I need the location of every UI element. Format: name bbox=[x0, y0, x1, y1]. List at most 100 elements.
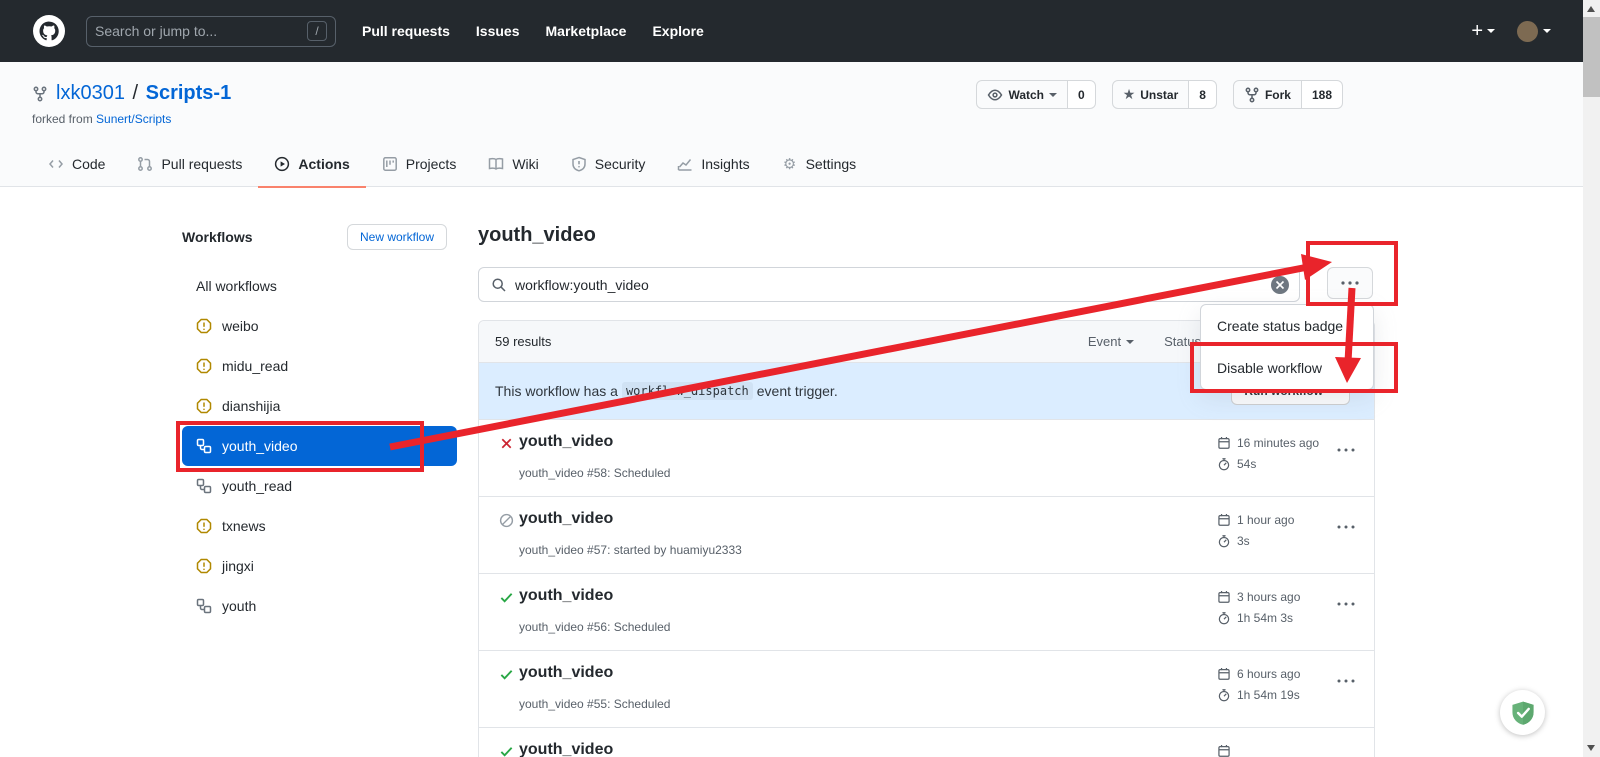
scroll-up-arrow[interactable] bbox=[1587, 6, 1595, 12]
run-options-button[interactable] bbox=[1337, 679, 1355, 683]
alert-octagon-icon bbox=[196, 558, 212, 574]
run-row: youth_video youth_video #56: Scheduled 3… bbox=[479, 574, 1374, 651]
global-search[interactable]: / bbox=[86, 16, 336, 47]
tab-settings[interactable]: ⚙ Settings bbox=[766, 144, 873, 188]
alert-octagon-icon bbox=[196, 318, 212, 334]
watch-button[interactable]: Watch bbox=[976, 80, 1068, 109]
tab-actions[interactable]: Actions bbox=[258, 144, 365, 188]
kebab-icon bbox=[1337, 448, 1355, 452]
workflow-runs-panel: youth_video 59 results Event bbox=[478, 224, 1375, 247]
sidebar-item-youth[interactable]: youth bbox=[182, 586, 457, 626]
eye-icon bbox=[987, 87, 1003, 103]
forked-from: forked from Sunert/Scripts bbox=[32, 112, 171, 126]
run-title-link[interactable]: youth_video bbox=[519, 510, 613, 528]
run-row: youth_video youth_video #58: Scheduled 1… bbox=[479, 420, 1374, 497]
tab-code[interactable]: Code bbox=[32, 144, 121, 188]
gear-icon: ⚙ bbox=[782, 156, 798, 172]
workflow-run-search[interactable] bbox=[478, 267, 1300, 302]
watch-count[interactable]: 0 bbox=[1068, 80, 1096, 109]
run-time: 1 hour ago bbox=[1237, 513, 1294, 527]
run-time: 16 minutes ago bbox=[1237, 436, 1319, 450]
run-title-link[interactable]: youth_video bbox=[519, 433, 613, 451]
repo-owner-link[interactable]: lxk0301 bbox=[56, 82, 125, 104]
page-title: youth_video bbox=[478, 224, 1375, 247]
top-navbar: / Pull requests Issues Marketplace Explo… bbox=[0, 0, 1583, 62]
tab-projects[interactable]: Projects bbox=[366, 144, 473, 188]
tab-security[interactable]: Security bbox=[555, 144, 662, 188]
forked-repo-link[interactable]: Sunert/Scripts bbox=[96, 112, 171, 126]
success-check-icon bbox=[499, 744, 514, 757]
sidebar-item-dianshijia[interactable]: dianshijia bbox=[182, 386, 457, 426]
star-button-group: ★ Unstar 8 bbox=[1112, 80, 1217, 109]
adguard-extension-badge[interactable] bbox=[1500, 690, 1545, 735]
run-time: 3 hours ago bbox=[1237, 590, 1300, 604]
sidebar-item-txnews[interactable]: txnews bbox=[182, 506, 457, 546]
workflow-icon bbox=[196, 598, 212, 614]
event-filter-dropdown[interactable]: Event bbox=[1088, 334, 1134, 349]
tab-insights[interactable]: Insights bbox=[661, 144, 765, 188]
kebab-icon bbox=[1341, 281, 1359, 285]
avatar bbox=[1517, 21, 1538, 42]
run-time: 6 hours ago bbox=[1237, 667, 1300, 681]
kebab-icon bbox=[1337, 525, 1355, 529]
skipped-icon bbox=[499, 513, 514, 528]
nav-link-marketplace[interactable]: Marketplace bbox=[546, 23, 627, 39]
menu-item-create-status-badge[interactable]: Create status badge bbox=[1201, 305, 1373, 347]
repo-forked-icon bbox=[1244, 87, 1260, 103]
failed-x-icon bbox=[499, 436, 514, 451]
clear-search-button[interactable] bbox=[1271, 276, 1289, 294]
success-check-icon bbox=[499, 590, 514, 605]
fork-button[interactable]: Fork bbox=[1233, 80, 1302, 109]
calendar-icon bbox=[1217, 513, 1231, 527]
run-options-button[interactable] bbox=[1337, 525, 1355, 529]
chevron-down-icon bbox=[1487, 29, 1495, 33]
tab-wiki[interactable]: Wiki bbox=[472, 144, 554, 188]
unstar-button[interactable]: ★ Unstar bbox=[1112, 80, 1190, 109]
workflow-options-menu: Create status badge Disable workflow bbox=[1200, 304, 1374, 390]
calendar-icon bbox=[1217, 590, 1231, 604]
sidebar-item-midu-read[interactable]: midu_read bbox=[182, 346, 457, 386]
sidebar-item-youth-read[interactable]: youth_read bbox=[182, 466, 457, 506]
calendar-icon bbox=[1217, 667, 1231, 681]
results-count: 59 results bbox=[495, 334, 551, 349]
chevron-down-icon bbox=[1126, 340, 1134, 344]
create-new-menu[interactable]: + bbox=[1471, 20, 1495, 43]
user-menu[interactable] bbox=[1517, 21, 1551, 42]
run-duration: 3s bbox=[1237, 534, 1250, 548]
sidebar-item-jingxi[interactable]: jingxi bbox=[182, 546, 457, 586]
run-title-link[interactable]: youth_video bbox=[519, 664, 613, 682]
sidebar-item-weibo[interactable]: weibo bbox=[182, 306, 457, 346]
sidebar-item-youth-video[interactable]: youth_video bbox=[182, 426, 457, 466]
run-description: youth_video #58: Scheduled bbox=[519, 466, 670, 480]
workflow-options-button[interactable] bbox=[1327, 267, 1373, 299]
run-options-button[interactable] bbox=[1337, 602, 1355, 606]
nav-link-issues[interactable]: Issues bbox=[476, 23, 520, 39]
run-options-button[interactable] bbox=[1337, 448, 1355, 452]
page-scrollbar[interactable] bbox=[1583, 0, 1600, 757]
repo-name-link[interactable]: Scripts-1 bbox=[146, 82, 232, 104]
star-count[interactable]: 8 bbox=[1189, 80, 1217, 109]
run-description: youth_video #55: Scheduled bbox=[519, 697, 670, 711]
run-duration: 54s bbox=[1237, 457, 1256, 471]
run-title-link[interactable]: youth_video bbox=[519, 587, 613, 605]
menu-item-disable-workflow[interactable]: Disable workflow bbox=[1201, 347, 1373, 389]
new-workflow-button[interactable]: New workflow bbox=[347, 224, 447, 250]
run-row: youth_video youth_video #55: Scheduled 6… bbox=[479, 651, 1374, 728]
sidebar-item-all-workflows[interactable]: All workflows bbox=[182, 266, 457, 306]
nav-link-pull-requests[interactable]: Pull requests bbox=[362, 23, 450, 39]
stopwatch-icon bbox=[1217, 611, 1231, 625]
workflow-icon bbox=[196, 478, 212, 494]
nav-link-explore[interactable]: Explore bbox=[652, 23, 703, 39]
scroll-down-arrow[interactable] bbox=[1587, 745, 1595, 751]
tab-pull-requests[interactable]: Pull requests bbox=[121, 144, 258, 188]
fork-count[interactable]: 188 bbox=[1302, 80, 1343, 109]
workflow-run-search-input[interactable] bbox=[515, 277, 1271, 293]
github-logo-icon[interactable] bbox=[32, 14, 66, 48]
watch-button-group: Watch 0 bbox=[976, 80, 1095, 109]
book-icon bbox=[488, 156, 504, 172]
scrollbar-thumb[interactable] bbox=[1583, 17, 1600, 97]
run-title-link[interactable]: youth_video bbox=[519, 741, 613, 757]
shield-icon bbox=[571, 156, 587, 172]
global-search-input[interactable] bbox=[95, 23, 307, 39]
run-description: youth_video #56: Scheduled bbox=[519, 620, 670, 634]
